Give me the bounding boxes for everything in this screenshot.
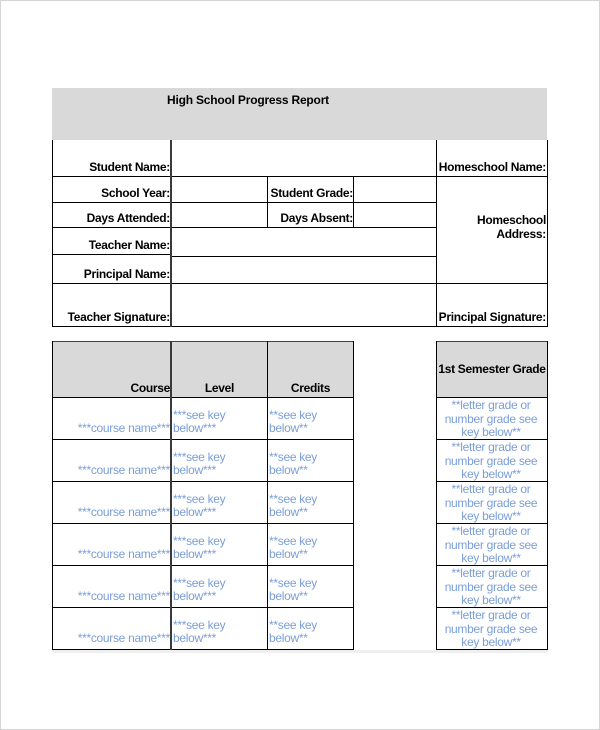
credits-cell[interactable]: **see key below** [268,440,353,481]
credits-column-header: Credits [290,381,331,395]
credits-cell[interactable]: **see key below** [268,524,353,565]
level-cell[interactable]: ***see key below*** [172,566,267,607]
homeschool-name-label: Homeschool Name: [438,160,547,174]
course-name-cell[interactable]: ***course name*** [53,482,171,523]
days-absent-label: Days Absent: [280,211,353,225]
level-text: ***see key below*** [173,618,226,645]
student-grade-label: Student Grade: [270,186,354,200]
course-column-header: Course [130,381,170,395]
principal-name-field[interactable] [172,257,436,283]
level-column-header: Level [204,381,235,395]
student-grade-field[interactable] [354,177,436,202]
report-title: High School Progress Report [167,93,329,107]
divider [547,341,548,650]
school-year-field[interactable] [172,177,267,202]
school-year-label: School Year: [101,186,170,200]
semester-grade-cell[interactable]: **letter grade or number grade see key b… [441,608,541,649]
semester-grade-cell[interactable]: **letter grade or number grade see key b… [441,566,541,607]
homeschool-address-label: Homeschool Address: [437,177,547,243]
divider [52,326,548,327]
credits-cell[interactable]: **see key below** [268,482,353,523]
teacher-name-label: Teacher Name: [88,238,171,252]
teacher-signature-field[interactable] [172,284,436,326]
credits-text: **see key below** [269,492,317,519]
semester-grade-cell[interactable]: **letter grade or number grade see key b… [441,524,541,565]
credits-text: **see key below** [269,618,317,645]
student-name-field[interactable] [172,140,436,176]
days-attended-label: Days Attended: [86,211,171,225]
credits-text: **see key below** [269,408,317,435]
student-name-label: Student Name: [89,160,170,174]
semester-grade-cell[interactable]: **letter grade or number grade see key b… [441,440,541,481]
credits-cell[interactable]: **see key below** [268,608,353,649]
level-text: ***see key below*** [173,408,226,435]
level-cell[interactable]: ***see key below*** [172,482,267,523]
course-name-cell[interactable]: ***course name*** [53,440,171,481]
divider [547,140,548,327]
semester-grade-column-header: 1st Semester Grade [438,361,546,376]
level-text: ***see key below*** [173,492,226,519]
credits-text: **see key below** [269,450,317,477]
credits-cell[interactable]: **see key below** [268,398,353,439]
course-name-cell[interactable]: ***course name*** [53,608,171,649]
course-name-cell[interactable]: ***course name*** [53,566,171,607]
course-name-cell[interactable]: ***course name*** [53,524,171,565]
level-text: ***see key below*** [173,576,226,603]
days-absent-field[interactable] [354,203,436,227]
level-text: ***see key below*** [173,450,226,477]
semester-grade-cell[interactable]: **letter grade or number grade see key b… [441,482,541,523]
credits-cell[interactable]: **see key below** [268,566,353,607]
level-cell[interactable]: ***see key below*** [172,398,267,439]
course-name-cell[interactable]: ***course name*** [53,398,171,439]
divider [353,341,354,650]
teacher-signature-label: Teacher Signature: [67,310,171,324]
level-cell[interactable]: ***see key below*** [172,524,267,565]
teacher-name-field[interactable] [172,228,436,256]
level-cell[interactable]: ***see key below*** [172,440,267,481]
homeschool-address-text: Homeschool Address: [476,213,546,241]
level-text: ***see key below*** [173,534,226,561]
principal-signature-label: Principal Signature: [438,310,547,324]
table-bottom-edge [52,650,548,653]
days-attended-field[interactable] [172,203,267,227]
report-header: High School Progress Report [52,88,547,140]
level-cell[interactable]: ***see key below*** [172,608,267,649]
principal-name-label: Principal Name: [83,267,171,281]
credits-text: **see key below** [269,534,317,561]
credits-text: **see key below** [269,576,317,603]
semester-grade-cell[interactable]: **letter grade or number grade see key b… [441,398,541,439]
